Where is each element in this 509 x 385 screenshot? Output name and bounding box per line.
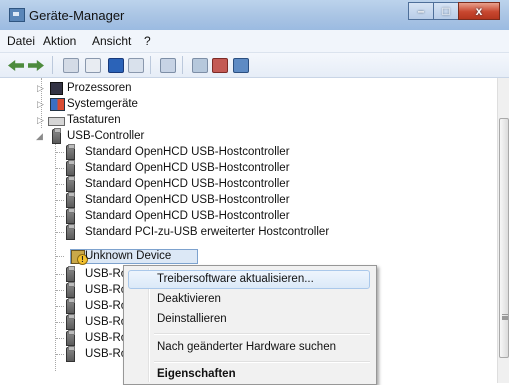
menu-update-driver[interactable]: Treibersoftware aktualisieren... — [157, 269, 314, 289]
usb-icon — [66, 176, 75, 192]
menu-ansicht[interactable]: Ansicht — [92, 34, 131, 48]
tree-node-label: Standard OpenHCD USB-Hostcontroller — [85, 146, 290, 158]
tree-node-label: Standard OpenHCD USB-Hostcontroller — [85, 194, 290, 206]
back-icon[interactable] — [8, 60, 24, 71]
tree-node-label: Standard OpenHCD USB-Hostcontroller — [85, 162, 290, 174]
usb-icon — [66, 298, 75, 314]
menu-help[interactable]: ? — [144, 34, 151, 48]
toolbar — [0, 53, 509, 78]
toolbar-divider — [150, 56, 151, 74]
menu-datei[interactable]: Datei — [7, 34, 35, 48]
tree-node-tastaturen[interactable]: ▷ Tastaturen — [0, 112, 300, 128]
usb-icon — [66, 144, 75, 160]
tree-node-label: Standard OpenHCD USB-Hostcontroller — [85, 210, 290, 222]
expand-icon[interactable]: ▷ — [37, 80, 44, 96]
device-manager-icon — [9, 8, 25, 22]
keyboard-icon — [48, 117, 65, 126]
grip-icon — [502, 314, 508, 316]
tree-node-usb-device[interactable]: Standard OpenHCD USB-Hostcontroller — [0, 208, 440, 224]
tree-node-usb-device[interactable]: Standard OpenHCD USB-Hostcontroller — [0, 192, 440, 208]
tree-node-label: Unknown Device — [85, 250, 172, 262]
usb-icon — [66, 266, 75, 282]
forward-icon[interactable] — [28, 60, 44, 71]
menu-properties[interactable]: Eigenschaften — [157, 364, 236, 384]
usb-icon — [66, 314, 75, 330]
toolbar-divider — [52, 56, 53, 74]
help-icon[interactable] — [108, 58, 124, 73]
tree-node-label: Standard PCI-zu-USB erweiterter Hostcont… — [85, 226, 330, 238]
tree-node-label: Systemgeräte — [67, 98, 138, 110]
tree-node-systemgeraete[interactable]: ▷ Systemgeräte — [0, 96, 300, 112]
warning-icon — [71, 250, 88, 265]
usb-icon — [52, 128, 61, 144]
expand-icon[interactable]: ▷ — [37, 96, 44, 112]
title-bar: Geräte-Manager – □ x — [0, 0, 509, 31]
usb-icon — [66, 208, 75, 224]
tree-node-usb-controller[interactable]: ◢ USB-Controller — [0, 128, 300, 144]
usb-icon — [66, 224, 75, 240]
scrollbar-thumb[interactable] — [499, 118, 509, 358]
tree-node-label: Tastaturen — [67, 114, 121, 126]
menu-separator — [154, 333, 370, 335]
tree-node-usb-device[interactable]: Standard OpenHCD USB-Hostcontroller — [0, 144, 440, 160]
tree-node-label: Standard OpenHCD USB-Hostcontroller — [85, 178, 290, 190]
vertical-scrollbar[interactable] — [497, 78, 509, 383]
tree-node-label: Prozessoren — [67, 82, 132, 94]
usb-icon — [66, 160, 75, 176]
usb-icon — [66, 192, 75, 208]
window-controls: – □ x — [408, 2, 500, 21]
menu-bar: Datei Aktion Ansicht ? — [0, 30, 509, 53]
tree-node-usb-device[interactable]: Standard PCI-zu-USB erweiterter Hostcont… — [0, 224, 440, 240]
window-title: Geräte-Manager — [29, 8, 125, 23]
context-menu: Treibersoftware aktualisieren... Deaktiv… — [123, 265, 377, 385]
menu-separator — [154, 361, 370, 363]
uninstall-icon[interactable] — [233, 58, 249, 73]
properties-icon[interactable] — [63, 58, 79, 73]
menu-scan-hardware[interactable]: Nach geänderter Hardware suchen — [157, 337, 336, 357]
details-icon[interactable] — [128, 58, 144, 73]
collapse-icon[interactable]: ◢ — [36, 128, 43, 144]
menu-uninstall[interactable]: Deinstallieren — [157, 309, 227, 329]
usb-icon — [66, 282, 75, 298]
menu-aktion[interactable]: Aktion — [43, 34, 76, 48]
usb-icon — [66, 346, 75, 362]
view-icon[interactable] — [85, 58, 101, 73]
tree-node-label: USB-Controller — [67, 130, 145, 142]
scan-icon[interactable] — [160, 58, 176, 73]
update-driver-icon[interactable] — [192, 58, 208, 73]
menu-disable[interactable]: Deaktivieren — [157, 289, 221, 309]
expand-icon[interactable]: ▷ — [37, 112, 44, 128]
disable-icon[interactable] — [212, 58, 228, 73]
close-button[interactable]: x — [458, 2, 500, 20]
maximize-button[interactable]: □ — [433, 2, 459, 20]
toolbar-divider — [182, 56, 183, 74]
usb-icon — [66, 330, 75, 346]
minimize-button[interactable]: – — [408, 2, 434, 20]
tree-node-prozessoren[interactable]: ▷ Prozessoren — [0, 80, 300, 96]
tree-node-unknown-device[interactable]: Unknown Device — [0, 248, 440, 265]
processor-icon — [50, 82, 63, 95]
system-devices-icon — [50, 98, 65, 111]
tree-node-usb-device[interactable]: Standard OpenHCD USB-Hostcontroller — [0, 176, 440, 192]
tree-node-usb-device[interactable]: Standard OpenHCD USB-Hostcontroller — [0, 160, 440, 176]
